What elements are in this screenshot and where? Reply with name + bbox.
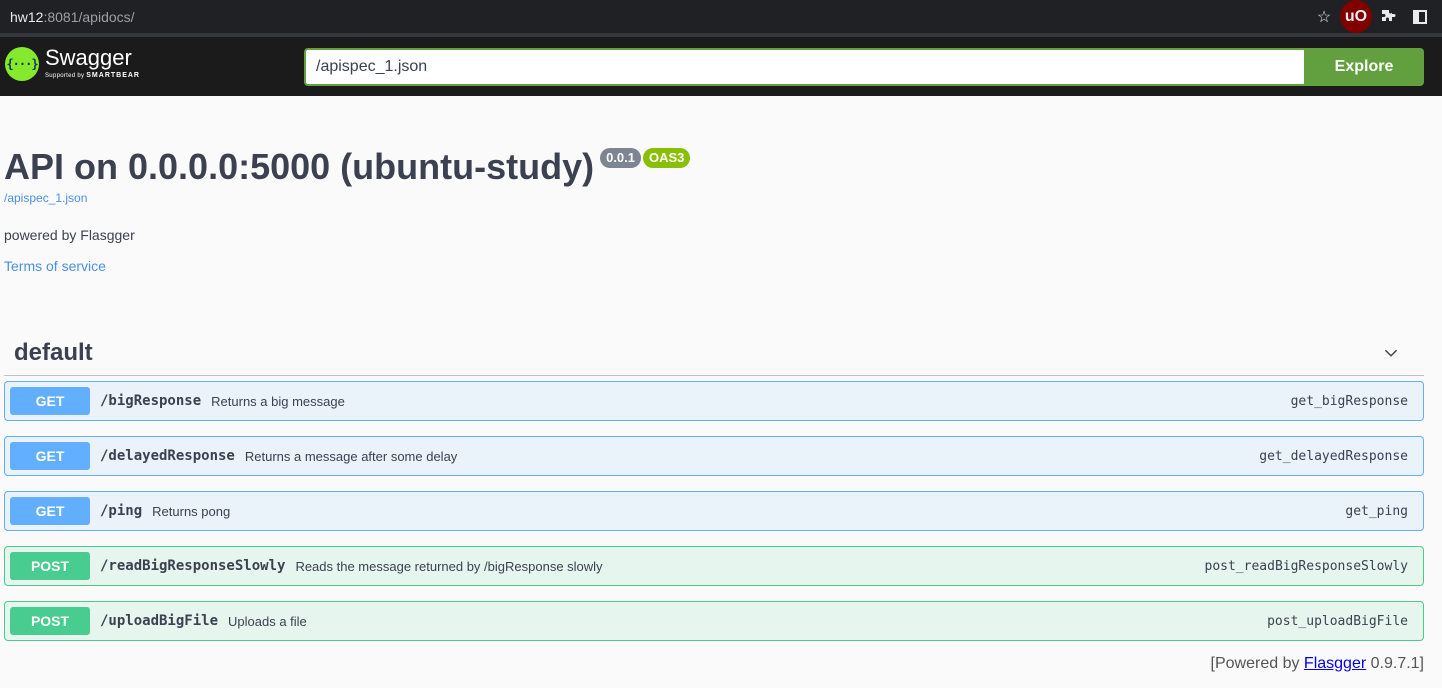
oas-badge: OAS3: [643, 148, 691, 168]
logo-name: Swagger: [45, 45, 132, 70]
url-host: hw12: [10, 8, 44, 25]
terms-of-service-link[interactable]: Terms of service: [4, 258, 106, 274]
operation-get-delayedResponse[interactable]: GET /delayedResponse Returns a message a…: [4, 436, 1424, 476]
api-info: API on 0.0.0.0:5000 (ubuntu-study) 0.0.1…: [4, 145, 691, 205]
swagger-topbar: {···} Swagger Supported by SMARTBEAR Exp…: [0, 37, 1442, 96]
api-description: powered by Flasgger: [4, 227, 135, 243]
page-title: API on 0.0.0.0:5000 (ubuntu-study): [4, 146, 595, 187]
operation-post-readBigResponseSlowly[interactable]: POST /readBigResponseSlowly Reads the me…: [4, 546, 1424, 586]
explore-button[interactable]: Explore: [1304, 48, 1424, 86]
swagger-logo-icon: {···}: [5, 47, 39, 81]
operation-summary: Returns a message after some delay: [244, 448, 458, 464]
operation-summary: Uploads a file: [228, 613, 307, 629]
operation-path: /uploadBigFile: [100, 613, 219, 629]
operation-path: /ping: [100, 503, 143, 519]
operation-path: /readBigResponseSlowly: [100, 558, 286, 574]
spec-url-form: Explore: [304, 48, 1424, 86]
footer-prefix: [Powered by: [1210, 655, 1300, 672]
operation-id: get_bigResponse: [1290, 393, 1408, 409]
operation-get-ping[interactable]: GET /ping Returns pong get_ping: [4, 491, 1424, 531]
url-path: :8081/apidocs/: [43, 8, 135, 25]
operation-id: get_delayedResponse: [1259, 448, 1408, 464]
operation-summary: Returns a big message: [211, 393, 345, 409]
method-badge: POST: [10, 552, 90, 580]
logo-subtitle: Supported by SMARTBEAR: [45, 72, 140, 79]
ublock-extension-icon[interactable]: uO: [1340, 0, 1372, 33]
bookmark-star-icon[interactable]: ☆: [1308, 0, 1340, 33]
address-url[interactable]: hw12:8081/apidocs/: [10, 9, 135, 25]
operation-post-uploadBigFile[interactable]: POST /uploadBigFile Uploads a file post_…: [4, 601, 1424, 641]
footer-version: 0.9.7.1]: [1370, 655, 1424, 672]
operation-id: post_uploadBigFile: [1267, 613, 1408, 629]
operation-id: post_readBigResponseSlowly: [1204, 558, 1409, 574]
tag-section-header[interactable]: default: [4, 330, 1424, 376]
operation-get-bigResponse[interactable]: GET /bigResponse Returns a big message g…: [4, 381, 1424, 421]
spec-json-link[interactable]: /apispec_1.json: [4, 191, 690, 205]
flasgger-link[interactable]: Flasgger: [1304, 655, 1366, 672]
version-badge: 0.0.1: [600, 148, 642, 168]
swagger-logo[interactable]: {···} Swagger Supported by SMARTBEAR: [5, 47, 140, 81]
powered-by-footer: [Powered by Flasgger 0.9.7.1]: [1211, 655, 1424, 673]
browser-address-bar: hw12:8081/apidocs/ ☆ uO: [0, 0, 1442, 33]
spec-url-input[interactable]: [304, 48, 1304, 86]
method-badge: GET: [10, 387, 90, 415]
browser-toolbar: ☆ uO: [1308, 0, 1436, 33]
chevron-down-icon[interactable]: [1384, 346, 1398, 360]
operation-id: get_ping: [1345, 503, 1408, 519]
side-panel-icon[interactable]: [1404, 0, 1436, 33]
operation-path: /delayedResponse: [100, 448, 235, 464]
operation-path: /bigResponse: [100, 393, 202, 409]
extensions-puzzle-icon[interactable]: [1372, 0, 1404, 33]
method-badge: GET: [10, 497, 90, 525]
operation-summary: Reads the message returned by /bigRespon…: [295, 558, 603, 574]
method-badge: POST: [10, 607, 90, 635]
operation-summary: Returns pong: [152, 503, 231, 519]
method-badge: GET: [10, 442, 90, 470]
tag-name: default: [14, 338, 93, 366]
